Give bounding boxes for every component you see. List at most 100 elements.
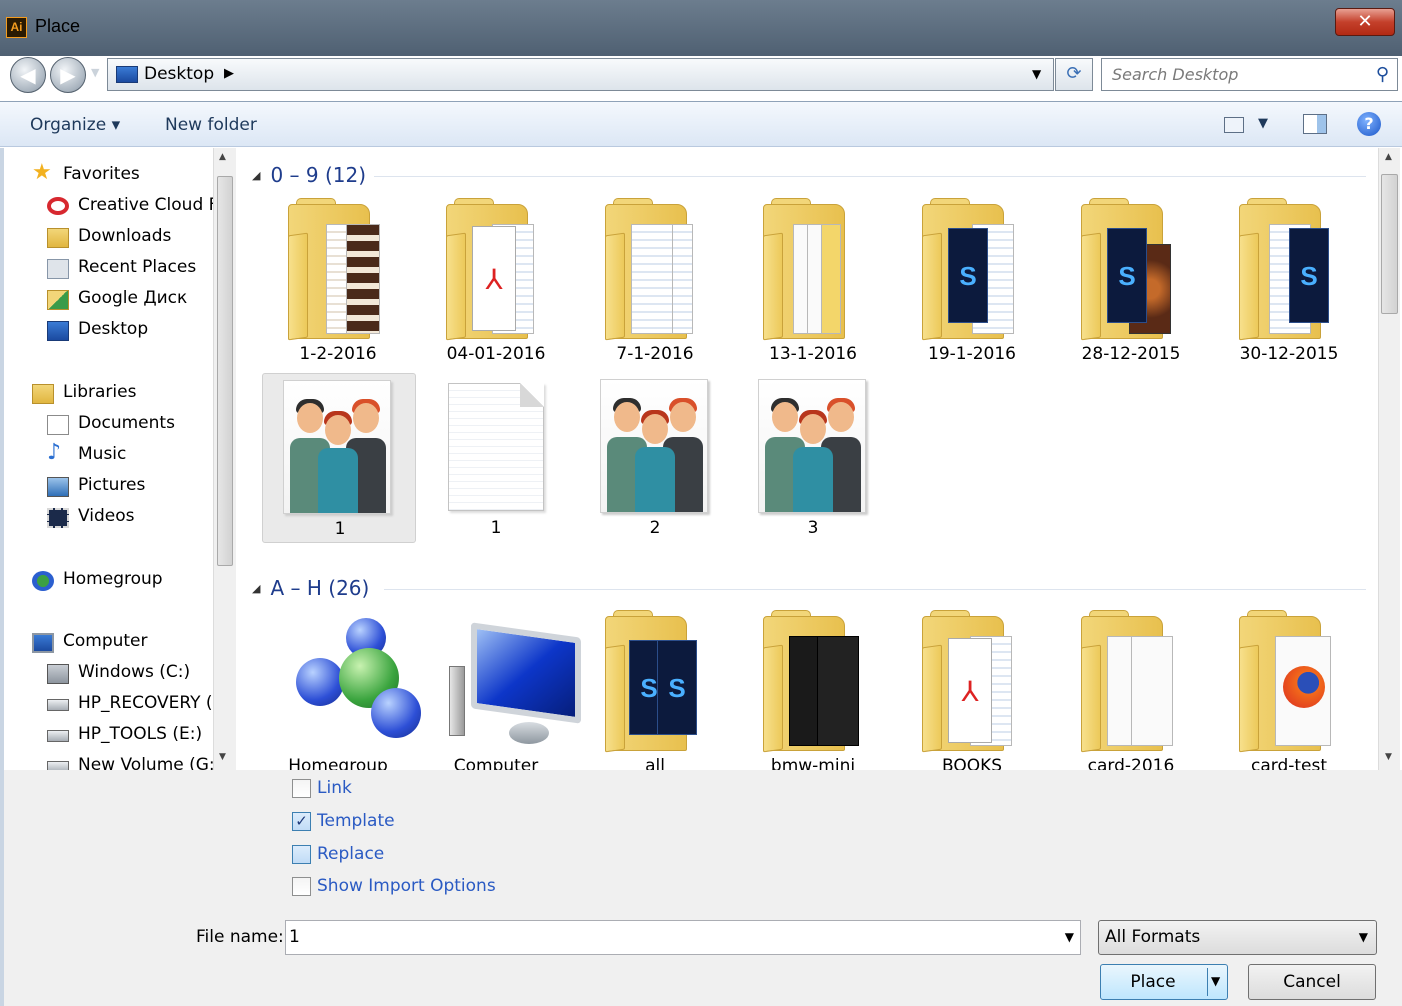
- folder-item[interactable]: ⅄ 04-01-2016: [421, 196, 571, 368]
- scroll-down-arrow-icon[interactable]: ▼: [1385, 752, 1392, 762]
- folder-item[interactable]: ⅄ BOOKS: [897, 608, 1047, 770]
- scroll-down-arrow-icon[interactable]: ▼: [219, 752, 226, 762]
- folder-item[interactable]: card-test: [1214, 608, 1364, 770]
- breadcrumb-arrow-icon[interactable]: ▶: [224, 66, 234, 81]
- template-label[interactable]: Template: [317, 811, 395, 831]
- change-view-icon[interactable]: [1224, 117, 1244, 133]
- file-name: 13-1-2016: [769, 344, 857, 364]
- show-import-options-checkbox[interactable]: [292, 876, 311, 896]
- file-name-field[interactable]: [289, 927, 1039, 947]
- navigation-scrollbar[interactable]: ▲ ▼: [213, 148, 236, 770]
- help-icon[interactable]: ?: [1357, 112, 1381, 136]
- folder-item[interactable]: S 28-12-2015: [1056, 196, 1206, 368]
- folder-icon: S S: [605, 610, 705, 753]
- link-option[interactable]: Link: [292, 775, 352, 801]
- template-option[interactable]: ✓ Template: [292, 808, 395, 834]
- file-name-combobox[interactable]: ▼: [285, 920, 1081, 955]
- place-button[interactable]: Place ▼: [1100, 964, 1228, 1000]
- collapse-group-icon[interactable]: ◢: [252, 582, 260, 595]
- folder-item[interactable]: 1-2-2016: [263, 196, 413, 368]
- cancel-button[interactable]: Cancel: [1248, 964, 1376, 1000]
- computer-icon: [32, 633, 54, 653]
- place-button-label[interactable]: Place: [1101, 972, 1205, 992]
- folder-item[interactable]: bmw-mini: [738, 608, 888, 770]
- nav-label: Music: [78, 444, 127, 464]
- link-checkbox[interactable]: [292, 778, 311, 798]
- folder-item[interactable]: 13-1-2016: [738, 196, 888, 368]
- address-location[interactable]: Desktop: [144, 64, 214, 84]
- new-folder-button[interactable]: New folder: [165, 115, 257, 135]
- window-title: Place: [35, 16, 81, 36]
- title-bar: Ai Place ✕: [0, 0, 1402, 56]
- firefox-icon: [1283, 666, 1325, 708]
- address-bar[interactable]: Desktop ▶ ▼: [107, 58, 1054, 91]
- replace-checkbox[interactable]: [292, 844, 311, 864]
- image-file-item[interactable]: 3: [738, 373, 888, 543]
- recent-pages-dropdown[interactable]: ▼: [91, 66, 99, 79]
- nav-label: Creative Cloud Fi: [78, 195, 222, 215]
- people-image-thumbnail: [758, 379, 866, 513]
- image-file-item[interactable]: 2: [580, 373, 730, 543]
- scroll-up-arrow-icon[interactable]: ▲: [219, 152, 226, 162]
- back-button[interactable]: ◀: [10, 57, 46, 93]
- computer-item[interactable]: Computer: [421, 608, 581, 770]
- nav-label: Computer: [63, 631, 148, 651]
- forward-button[interactable]: ▶: [50, 57, 86, 93]
- document-file-item[interactable]: 1: [421, 373, 571, 543]
- search-input[interactable]: [1112, 65, 1362, 84]
- file-name: 1: [490, 518, 502, 538]
- group-title: 0 – 9 (12): [270, 163, 367, 187]
- group-title: A – H (26): [270, 576, 370, 600]
- file-format-value: All Formats: [1105, 927, 1201, 947]
- file-name: 30-12-2015: [1239, 344, 1339, 364]
- navigation-pane: ★ Favorites Creative Cloud Fi Downloads …: [0, 148, 237, 770]
- folder-item[interactable]: 7-1-2016: [580, 196, 730, 368]
- replace-label[interactable]: Replace: [317, 844, 384, 864]
- nav-label: Documents: [78, 413, 175, 433]
- image-file-item-selected[interactable]: 1: [262, 373, 416, 543]
- drive-icon: [47, 761, 69, 770]
- drive-icon: [47, 699, 69, 711]
- file-format-select[interactable]: All Formats ▼: [1098, 920, 1377, 955]
- search-icon[interactable]: ⚲: [1376, 64, 1389, 85]
- refresh-button[interactable]: ⟳: [1055, 58, 1093, 91]
- close-button[interactable]: ✕: [1335, 8, 1395, 36]
- show-import-options-label[interactable]: Show Import Options: [317, 876, 496, 896]
- organize-button[interactable]: Organize ▾: [30, 115, 120, 135]
- folder-icon: [763, 610, 863, 753]
- template-checkbox[interactable]: ✓: [292, 811, 311, 831]
- scroll-up-arrow-icon[interactable]: ▲: [1385, 152, 1392, 162]
- folder-item[interactable]: S S all: [580, 608, 730, 770]
- folder-icon: [763, 198, 863, 341]
- folder-item[interactable]: S 30-12-2015: [1214, 196, 1364, 368]
- scroll-thumb[interactable]: [1381, 174, 1398, 314]
- replace-option[interactable]: Replace: [292, 841, 384, 867]
- preview-pane-icon[interactable]: [1303, 114, 1327, 134]
- homegroup-item[interactable]: Homegroup: [263, 608, 421, 770]
- show-import-options[interactable]: Show Import Options: [292, 873, 496, 899]
- desktop-icon: [47, 321, 69, 341]
- place-options-dropdown-icon[interactable]: ▼: [1211, 974, 1220, 988]
- folder-item[interactable]: card-2016: [1056, 608, 1206, 770]
- collapse-group-icon[interactable]: ◢: [252, 169, 260, 182]
- group-header-a-h[interactable]: ◢ A – H (26): [252, 576, 369, 600]
- content-scrollbar[interactable]: ▲ ▼: [1378, 148, 1400, 770]
- folder-icon: S: [1081, 198, 1181, 341]
- file-list: ◢ 0 – 9 (12) 1-2-2016 ⅄ 04-01-2016 7-1-2…: [238, 148, 1378, 770]
- view-options-dropdown-icon[interactable]: ▼: [1258, 116, 1268, 131]
- link-label[interactable]: Link: [317, 778, 352, 798]
- file-name: BOOKS: [941, 756, 1003, 770]
- file-name-dropdown-icon[interactable]: ▼: [1065, 930, 1074, 944]
- scroll-thumb[interactable]: [217, 176, 233, 566]
- file-name: 04-01-2016: [446, 344, 546, 364]
- search-box[interactable]: ⚲: [1101, 58, 1398, 91]
- nav-label: Pictures: [78, 475, 146, 495]
- group-header-0-9[interactable]: ◢ 0 – 9 (12): [252, 163, 366, 187]
- libraries-icon: [32, 384, 54, 404]
- folder-item[interactable]: S 19-1-2016: [897, 196, 1047, 368]
- people-image-thumbnail: [283, 380, 391, 514]
- address-dropdown-icon[interactable]: ▼: [1032, 67, 1041, 81]
- file-name: card-test: [1250, 756, 1328, 770]
- file-name: 1: [334, 519, 346, 539]
- format-dropdown-icon[interactable]: ▼: [1359, 930, 1368, 944]
